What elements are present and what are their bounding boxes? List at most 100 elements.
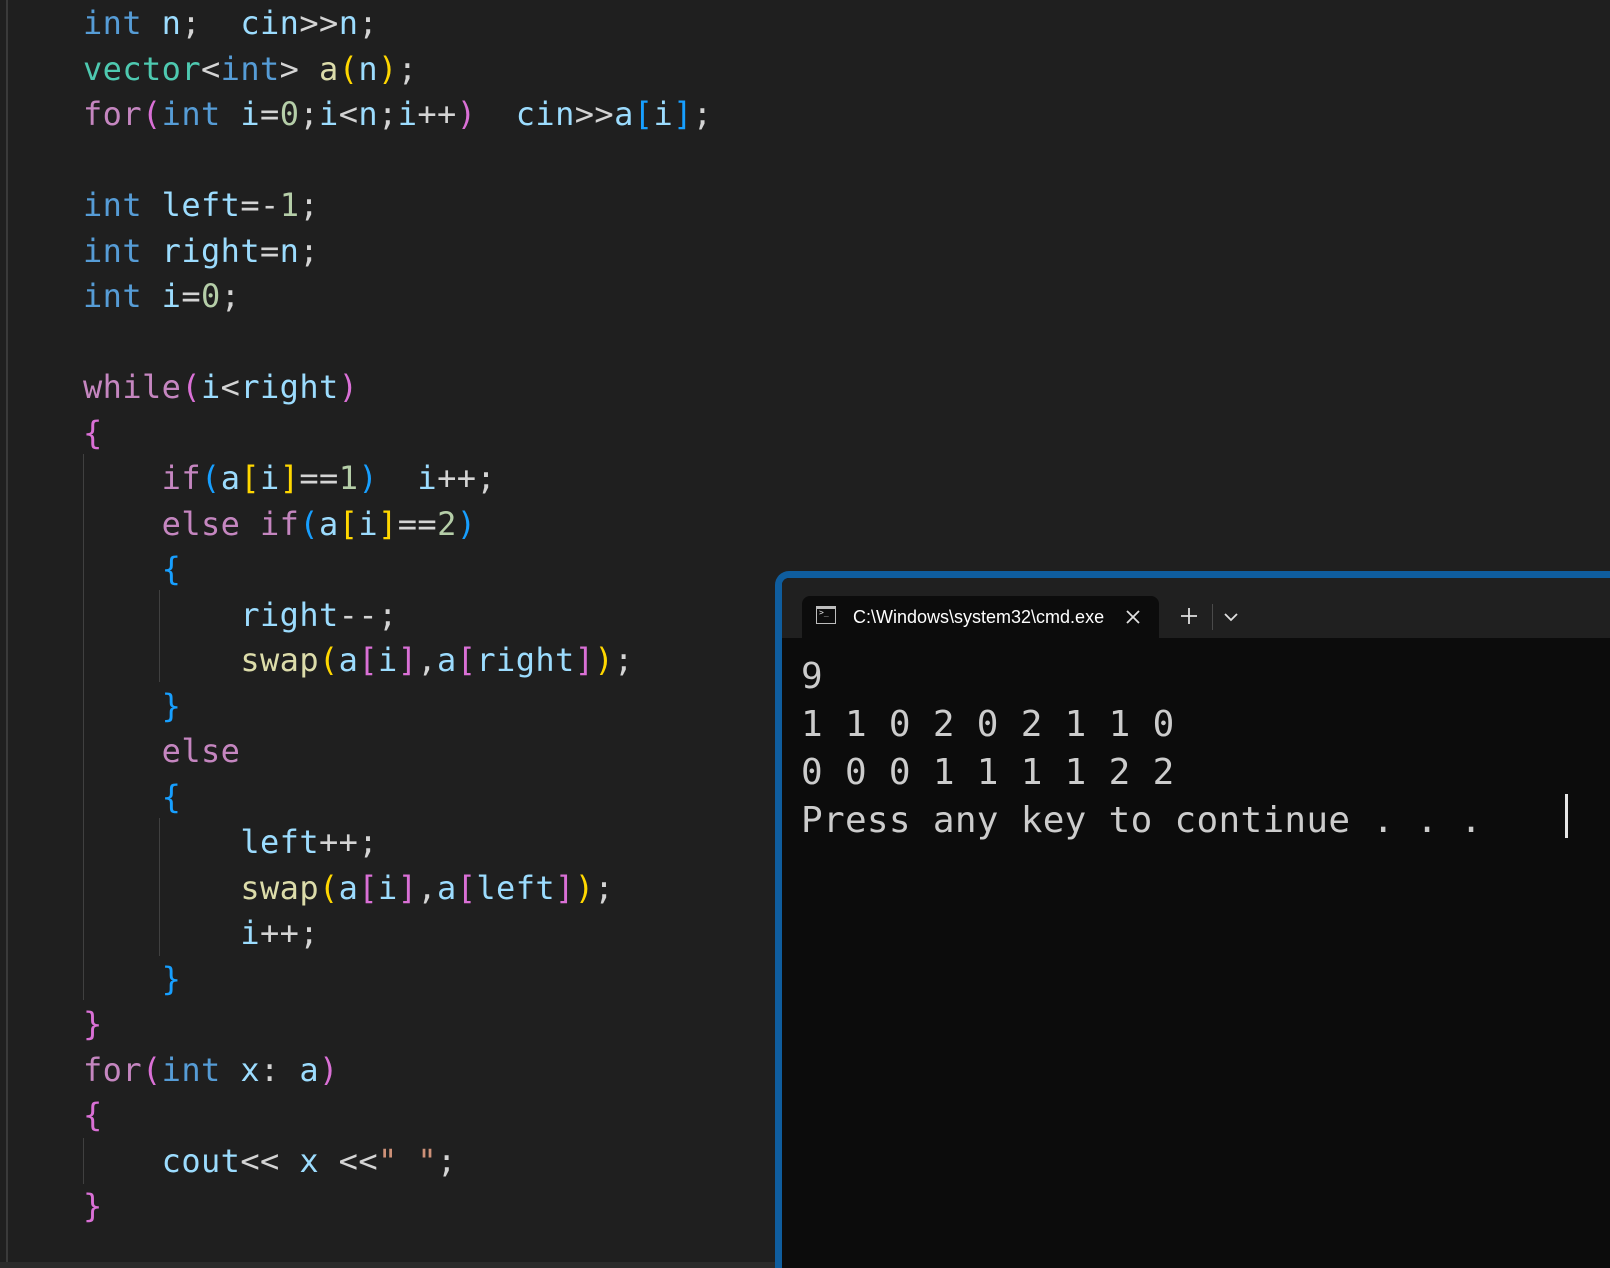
code-token: i bbox=[358, 504, 379, 543]
code-line: { bbox=[83, 546, 181, 592]
terminal-output-line: 1 1 0 2 0 2 1 1 0 bbox=[801, 704, 1175, 745]
code-token: swap bbox=[240, 641, 319, 679]
code-line: } bbox=[83, 956, 181, 1002]
code-line: { bbox=[83, 410, 103, 456]
code-token: ( bbox=[142, 1050, 162, 1089]
code-line: int right=n; bbox=[83, 228, 319, 274]
code-token: ; bbox=[594, 868, 615, 907]
code-token: right bbox=[240, 595, 339, 634]
code-token: ++; bbox=[319, 823, 378, 861]
code-token: right bbox=[240, 368, 339, 406]
code-token: else bbox=[161, 732, 241, 770]
code-token: ] bbox=[673, 95, 693, 133]
plus-icon[interactable] bbox=[1175, 602, 1203, 630]
terminal-output[interactable]: 9 1 1 0 2 0 2 1 1 0 0 0 0 1 1 1 1 2 2 Pr… bbox=[801, 653, 1610, 845]
code-token: >> bbox=[299, 4, 339, 42]
code-token: ( bbox=[201, 459, 221, 497]
code-line: } bbox=[83, 1001, 103, 1047]
code-token: ] bbox=[574, 641, 595, 679]
code-token: if bbox=[161, 459, 202, 497]
code-line: } bbox=[83, 683, 181, 729]
code-token: i bbox=[653, 95, 674, 133]
code-line: cout<< x <<" "; bbox=[83, 1138, 457, 1184]
code-token: i bbox=[378, 868, 398, 907]
code-token: i bbox=[161, 277, 182, 315]
terminal-cursor bbox=[1565, 794, 1568, 838]
terminal-tab-title: C:\Windows\system32\cmd.exe bbox=[853, 607, 1105, 627]
code-token: ) bbox=[378, 49, 398, 88]
code-token: ( bbox=[338, 49, 359, 88]
code-token: i bbox=[319, 95, 339, 133]
code-token: a bbox=[319, 49, 339, 88]
code-token: [ bbox=[338, 504, 359, 543]
code-token: 1 bbox=[279, 186, 300, 224]
code-token: = bbox=[260, 95, 280, 133]
chevron-down-icon[interactable] bbox=[1219, 606, 1243, 628]
code-token: right bbox=[476, 641, 575, 679]
code-token: = bbox=[260, 231, 280, 270]
code-token: ] bbox=[555, 868, 575, 907]
code-token: else bbox=[161, 504, 241, 543]
code-token: < bbox=[338, 95, 359, 133]
code-token: if bbox=[260, 504, 300, 543]
code-token: int bbox=[83, 4, 142, 42]
code-line: right--; bbox=[83, 592, 398, 638]
code-token: x bbox=[240, 1050, 261, 1089]
code-token: , bbox=[417, 868, 438, 907]
code-token: 0 bbox=[279, 95, 300, 133]
code-token: [ bbox=[240, 459, 261, 497]
code-token: " " bbox=[378, 1141, 438, 1180]
code-token: [ bbox=[456, 868, 477, 907]
code-token: ) bbox=[456, 95, 477, 133]
code-line: int left=-1; bbox=[83, 182, 319, 228]
code-token: left bbox=[476, 868, 556, 907]
code-token: for bbox=[83, 1050, 142, 1089]
code-line: for(int i=0;i<n;i++) cin>>a[i]; bbox=[83, 91, 712, 137]
code-token: ( bbox=[142, 95, 162, 133]
code-line: i++; bbox=[83, 910, 319, 956]
code-token: i bbox=[378, 641, 398, 679]
code-token: } bbox=[161, 959, 182, 998]
code-token: --; bbox=[338, 595, 398, 634]
terminal-tab[interactable]: C:\Windows\system32\cmd.exe bbox=[802, 596, 1159, 638]
code-token: == bbox=[397, 504, 438, 543]
code-token: ; bbox=[181, 4, 241, 42]
code-token: ++ bbox=[417, 95, 457, 133]
code-token: ; bbox=[299, 95, 320, 133]
code-token: vector bbox=[83, 49, 201, 88]
code-token: ; bbox=[692, 95, 713, 133]
code-token: ] bbox=[397, 641, 418, 679]
code-token: ; bbox=[378, 95, 398, 133]
code-token: =- bbox=[240, 186, 280, 224]
code-token: n bbox=[358, 49, 379, 88]
tab-bar-divider bbox=[1212, 604, 1213, 630]
code-token: ) bbox=[358, 459, 379, 497]
close-icon[interactable] bbox=[1120, 604, 1146, 630]
code-token: left bbox=[240, 823, 319, 861]
code-token: } bbox=[83, 1005, 103, 1043]
code-token: right bbox=[161, 231, 260, 270]
code-token: a bbox=[614, 95, 634, 133]
code-token: = bbox=[181, 277, 202, 315]
code-token: a bbox=[338, 641, 359, 679]
code-token: [ bbox=[633, 95, 654, 133]
code-token: 1 bbox=[338, 459, 359, 497]
code-token: { bbox=[161, 550, 182, 588]
code-token: while bbox=[83, 368, 182, 406]
code-token: < bbox=[220, 368, 241, 406]
code-token: ] bbox=[279, 459, 300, 497]
code-token: ( bbox=[319, 641, 339, 679]
terminal-window[interactable]: C:\Windows\system32\cmd.exe 9 1 1 0 2 0 … bbox=[775, 571, 1610, 1268]
code-token: << bbox=[240, 1141, 300, 1180]
code-line: while(i<right) bbox=[83, 364, 358, 410]
